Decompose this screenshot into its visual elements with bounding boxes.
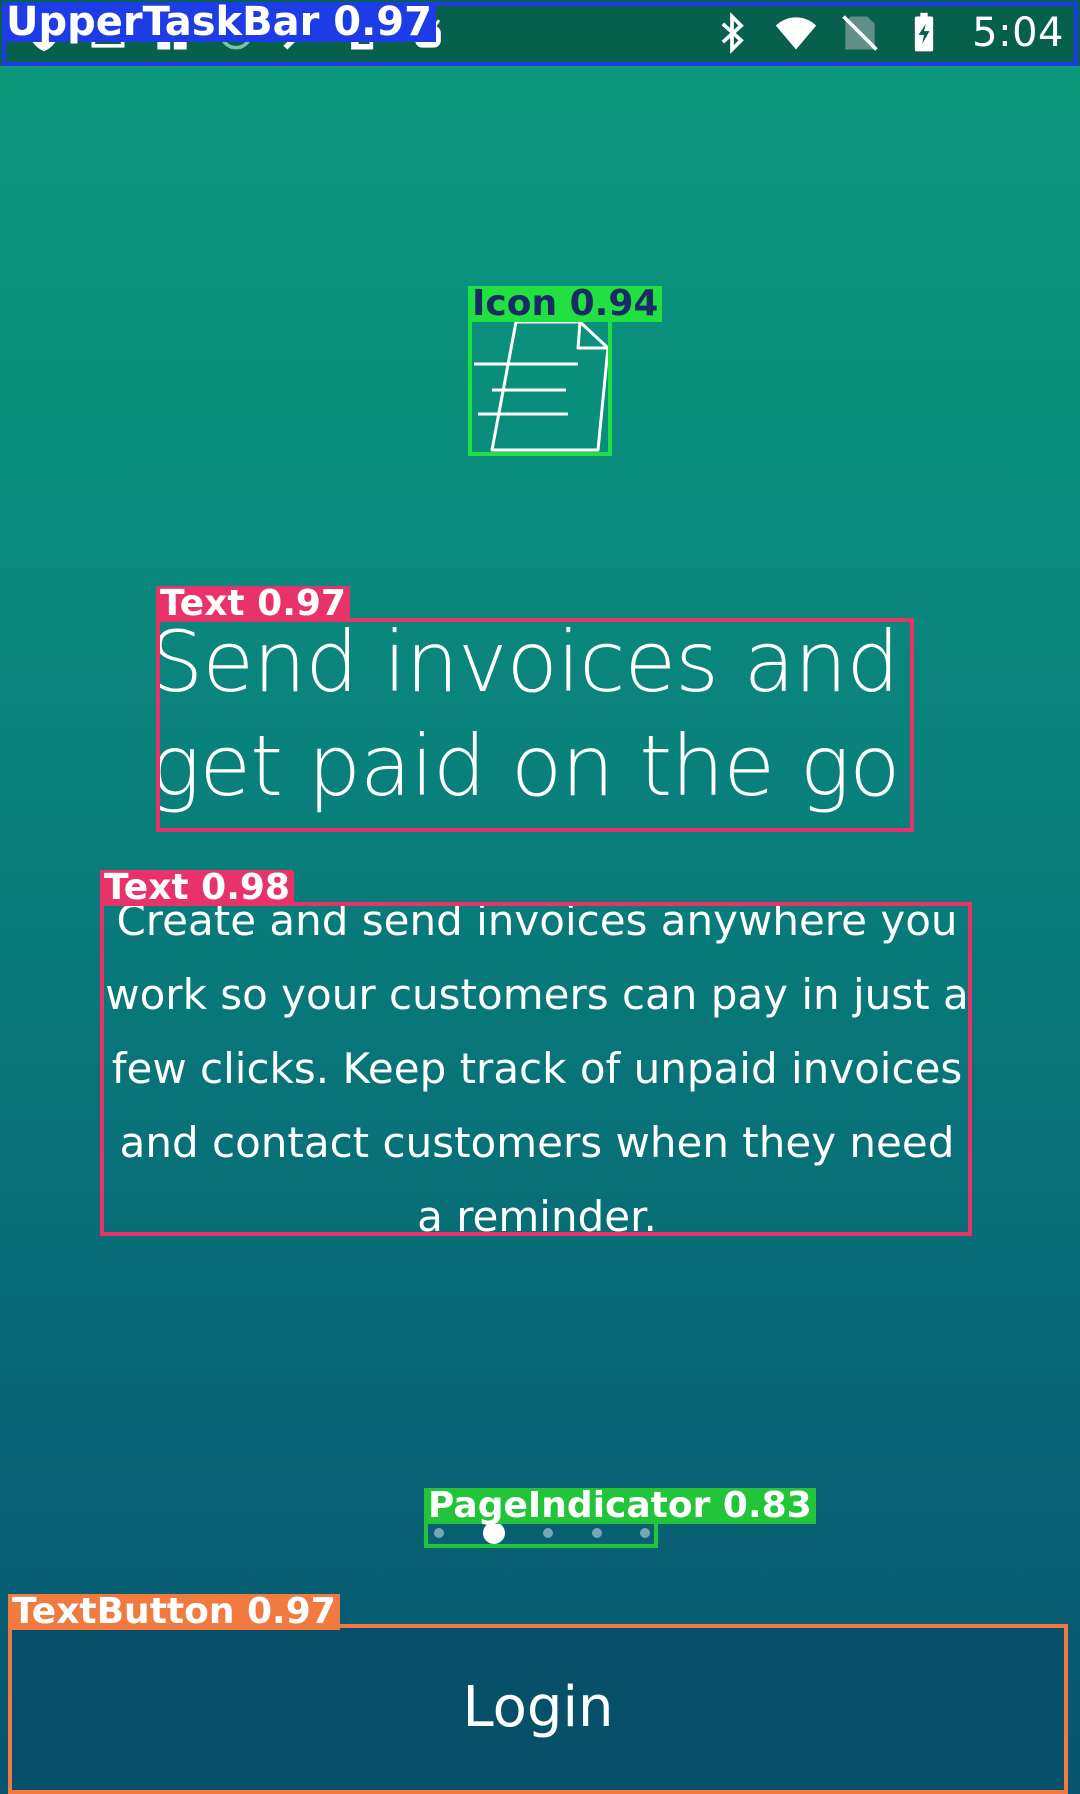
status-bar-notifications (22, 11, 450, 55)
gift-icon (155, 22, 189, 50)
status-bar: 5:04 (0, 0, 1080, 66)
page-dot[interactable] (543, 1528, 553, 1538)
sync-icon (219, 16, 253, 50)
page-dot[interactable] (640, 1528, 650, 1538)
bluetooth-icon (721, 12, 745, 54)
page-dot[interactable] (591, 1528, 602, 1538)
no-sim-icon (842, 15, 878, 51)
wrench-icon (283, 18, 315, 50)
battery-charging-icon (915, 12, 934, 52)
clock-time: 5:04 (972, 10, 1064, 56)
onboarding-description: Create and send invoices anywhere you wo… (105, 896, 969, 1241)
page-indicator[interactable] (428, 1518, 656, 1548)
onboarding-headline: Send invoices and get paid on the go (150, 613, 901, 815)
login-button[interactable]: Login (10, 1624, 1066, 1790)
download-icon (91, 18, 125, 48)
page-dot[interactable] (434, 1528, 444, 1538)
wifi-icon (776, 17, 817, 50)
shield-icon (29, 14, 59, 52)
document-icon (474, 320, 610, 452)
android-icon (415, 19, 441, 48)
detection-label: Icon 0.94 (468, 286, 663, 322)
app-screen: 5:04 Send invoices and get paid on the g… (0, 0, 1080, 1794)
page-dot-active[interactable] (482, 1522, 505, 1544)
status-bar-system: 5:04 (710, 10, 1064, 56)
sd-card-icon (351, 16, 374, 50)
